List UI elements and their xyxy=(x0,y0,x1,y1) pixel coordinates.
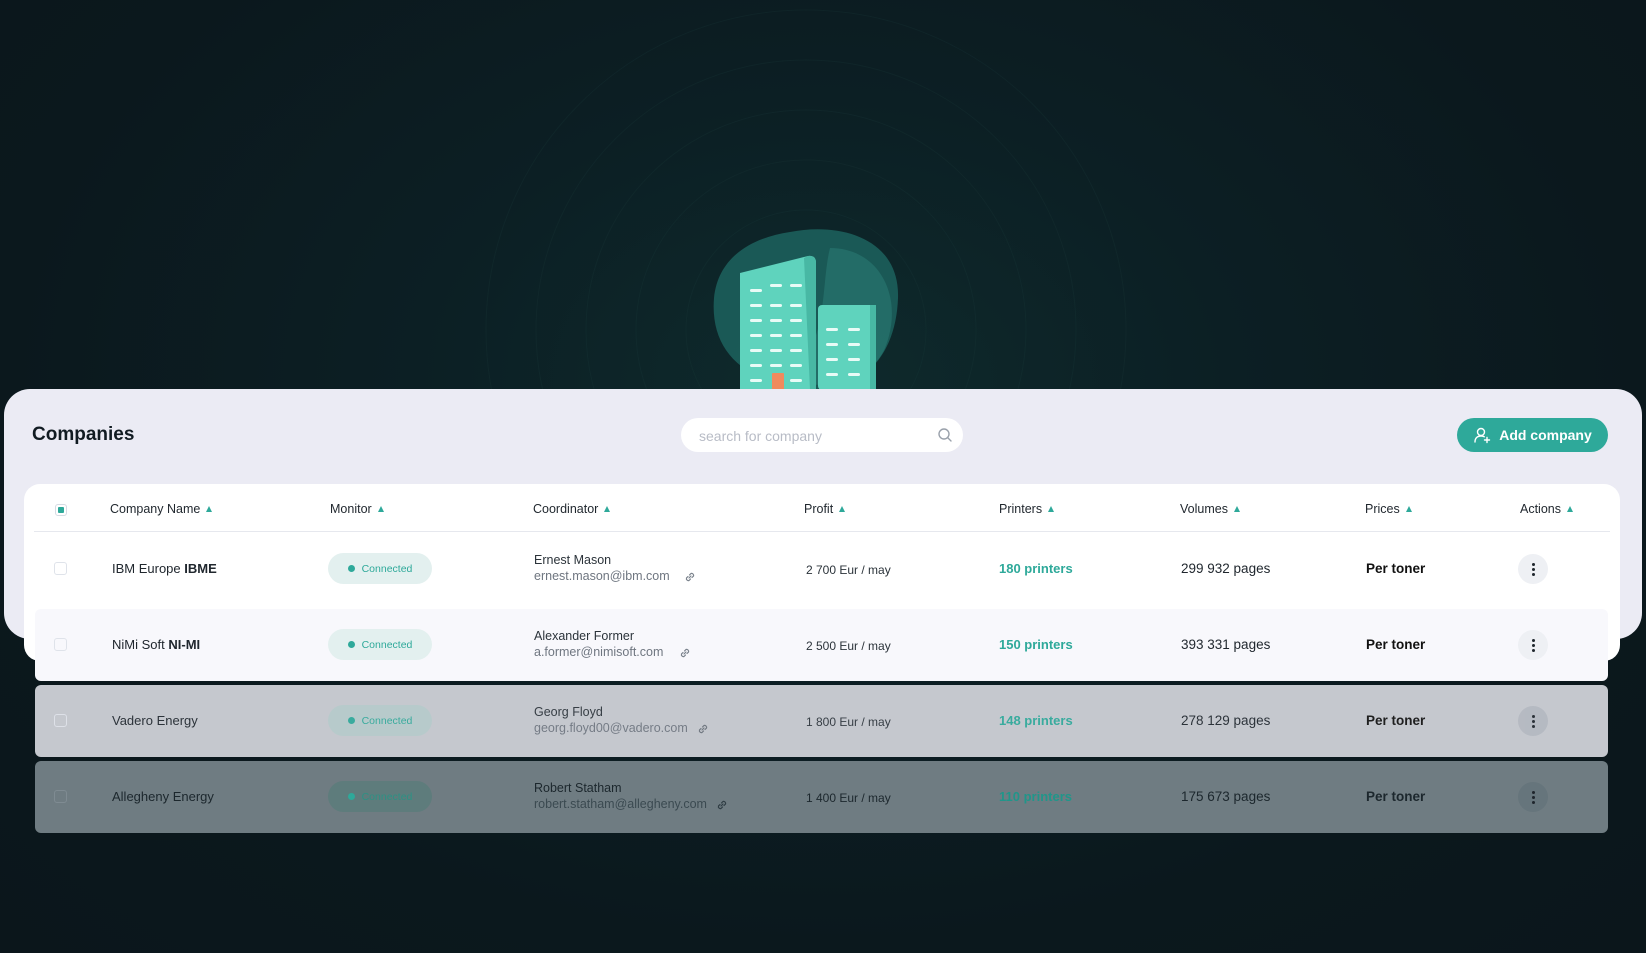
more-vertical-icon xyxy=(1531,790,1535,804)
company-name: IBM Europe IBME xyxy=(112,561,217,576)
table-row[interactable]: Allegheny Energy Connected Robert Statha… xyxy=(35,761,1608,833)
company-name: NiMi Soft NI-MI xyxy=(112,637,201,652)
status-badge: Connected xyxy=(328,629,432,660)
printers-link[interactable]: 180 printers xyxy=(999,561,1073,576)
column-header-monitor[interactable]: Monitor xyxy=(330,502,384,516)
add-company-label: Add company xyxy=(1499,427,1592,443)
building-illustration xyxy=(713,229,899,390)
printers-link[interactable]: 150 printers xyxy=(999,637,1073,652)
coordinator-email[interactable]: a.former@nimisoft.com xyxy=(534,645,663,659)
page-title: Companies xyxy=(32,424,135,445)
prices-value: Per toner xyxy=(1366,561,1426,576)
profit-value: 1 400 Eur / may xyxy=(806,791,891,805)
sort-icon xyxy=(604,506,611,512)
coordinator-email[interactable]: ernest.mason@ibm.com xyxy=(534,569,670,583)
status-badge: Connected xyxy=(328,781,432,812)
company-name: Allegheny Energy xyxy=(112,789,214,804)
printers-link[interactable]: 110 printers xyxy=(999,789,1072,804)
status-badge: Connected xyxy=(328,705,432,736)
profit-value: 1 800 Eur / may xyxy=(806,715,891,729)
sort-icon xyxy=(1405,506,1412,512)
sort-icon xyxy=(1233,506,1240,512)
volumes-value: 393 331 pages xyxy=(1181,637,1271,652)
link-icon[interactable] xyxy=(715,798,729,812)
row-checkbox[interactable] xyxy=(54,790,67,803)
coordinator-name: Ernest Mason xyxy=(534,553,612,567)
sort-icon xyxy=(1048,506,1055,512)
table-row[interactable]: Vadero Energy Connected Georg Floyd geor… xyxy=(35,685,1608,757)
prices-value: Per toner xyxy=(1366,713,1426,728)
coordinator-email[interactable]: georg.floyd00@vadero.com xyxy=(534,721,688,735)
search-icon[interactable] xyxy=(937,427,953,443)
more-vertical-icon xyxy=(1531,714,1535,728)
column-header-company-name[interactable]: Company Name xyxy=(110,502,213,516)
volumes-value: 299 932 pages xyxy=(1181,561,1271,576)
column-header-prices[interactable]: Prices xyxy=(1365,502,1412,516)
row-checkbox[interactable] xyxy=(54,638,67,651)
prices-value: Per toner xyxy=(1366,789,1426,804)
volumes-value: 278 129 pages xyxy=(1181,713,1271,728)
column-header-volumes[interactable]: Volumes xyxy=(1180,502,1240,516)
company-name: Vadero Energy xyxy=(112,713,198,728)
column-header-profit[interactable]: Profit xyxy=(804,502,846,516)
search-box[interactable] xyxy=(681,418,963,454)
more-actions-button[interactable] xyxy=(1518,782,1548,812)
table-header: Company Name Monitor Coordinator Profit … xyxy=(24,484,1620,532)
add-user-icon xyxy=(1474,427,1491,444)
row-checkbox[interactable] xyxy=(54,714,67,727)
coordinator-name: Georg Floyd xyxy=(534,705,603,719)
table-row[interactable]: NiMi Soft NI-MI Connected Alexander Form… xyxy=(35,609,1608,681)
add-company-button[interactable]: Add company xyxy=(1457,418,1608,452)
more-vertical-icon xyxy=(1531,638,1535,652)
profit-value: 2 700 Eur / may xyxy=(806,563,891,577)
sort-icon xyxy=(1567,506,1573,512)
coordinator-email[interactable]: robert.statham@allegheny.com xyxy=(534,797,707,811)
volumes-value: 175 673 pages xyxy=(1181,789,1271,804)
status-badge: Connected xyxy=(328,553,432,584)
more-vertical-icon xyxy=(1531,562,1535,576)
more-actions-button[interactable] xyxy=(1518,706,1548,736)
sort-icon xyxy=(377,506,384,512)
link-icon[interactable] xyxy=(678,646,692,660)
column-header-coordinator[interactable]: Coordinator xyxy=(533,502,611,516)
column-header-printers[interactable]: Printers xyxy=(999,502,1055,516)
table-row[interactable]: IBM Europe IBME Connected Ernest Mason e… xyxy=(35,533,1608,605)
row-checkbox[interactable] xyxy=(54,562,67,575)
prices-value: Per toner xyxy=(1366,637,1426,652)
search-input[interactable] xyxy=(697,418,931,454)
sort-icon xyxy=(839,506,846,512)
coordinator-name: Alexander Former xyxy=(534,629,635,643)
printers-link[interactable]: 148 printers xyxy=(999,713,1073,728)
more-actions-button[interactable] xyxy=(1518,630,1548,660)
header-divider xyxy=(34,531,1610,532)
link-icon[interactable] xyxy=(696,722,710,736)
select-all-checkbox[interactable] xyxy=(55,504,67,516)
coordinator-name: Robert Statham xyxy=(534,781,622,795)
link-icon[interactable] xyxy=(683,570,697,584)
sort-icon xyxy=(206,506,213,512)
column-header-actions[interactable]: Actions xyxy=(1520,502,1573,516)
profit-value: 2 500 Eur / may xyxy=(806,639,891,653)
more-actions-button[interactable] xyxy=(1518,554,1548,584)
